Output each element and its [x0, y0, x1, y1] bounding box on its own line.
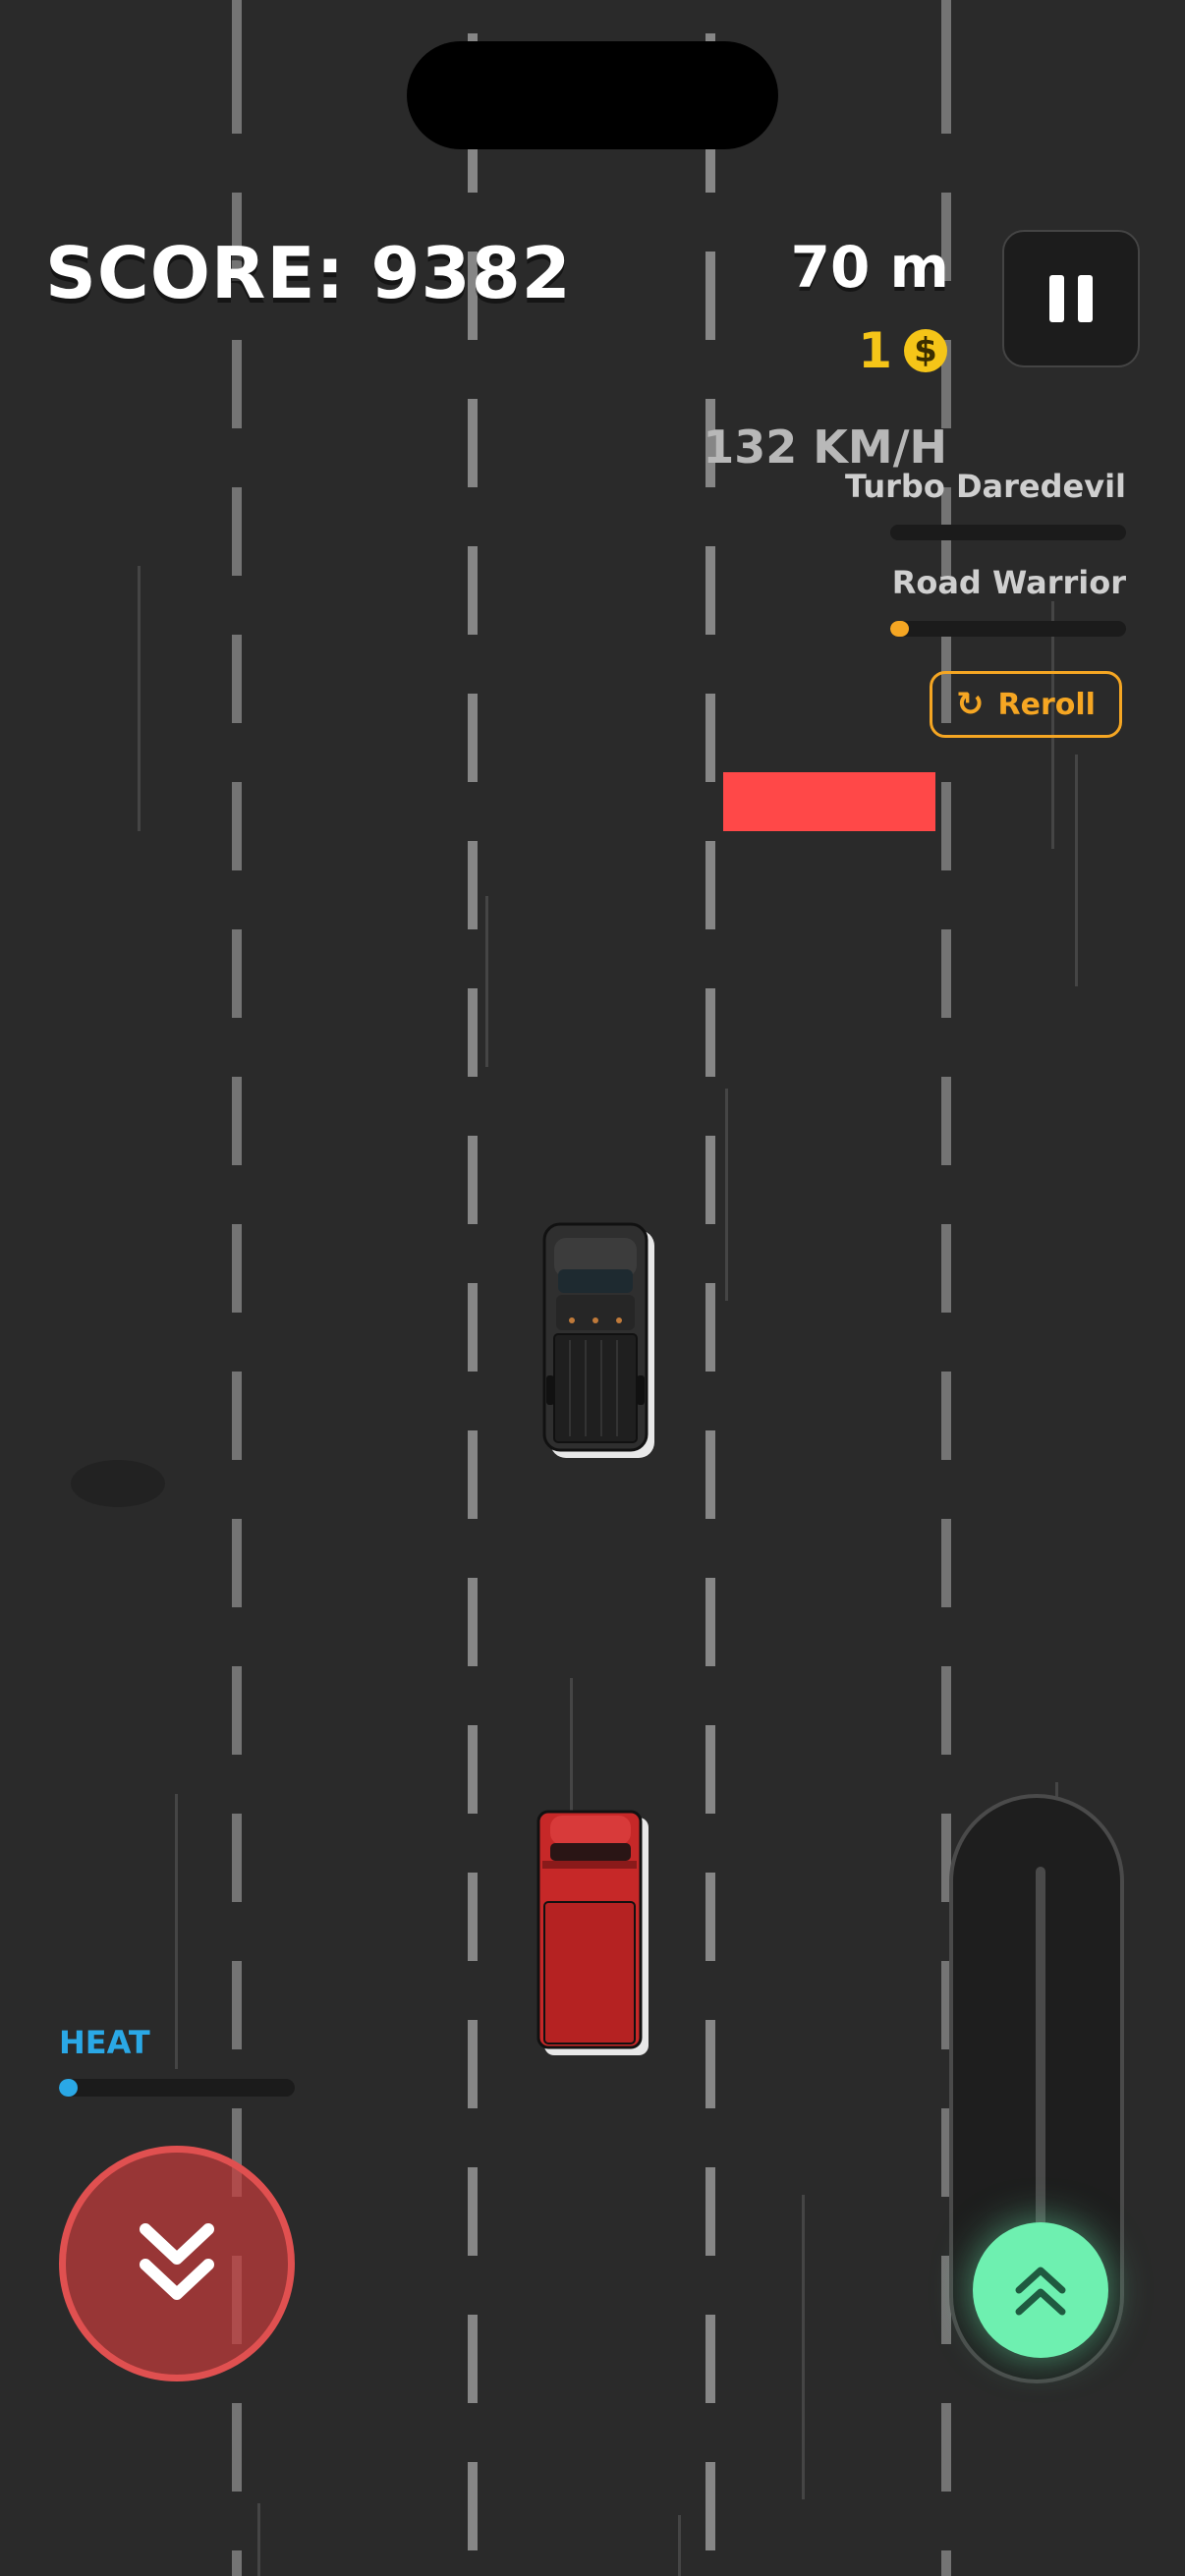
coin-counter: 1 $: [858, 322, 947, 379]
lane-line: [468, 0, 478, 2576]
chevron-double-down-icon: [140, 2223, 214, 2300]
score-display: SCORE: 9382: [45, 232, 572, 314]
pickup-truck: [542, 1222, 654, 1458]
throttle-knob[interactable]: [973, 2222, 1108, 2358]
mission-road-warrior: Road Warrior: [831, 564, 1126, 637]
mission-label: Turbo Daredevil: [845, 468, 1126, 505]
obstacle-block: [723, 772, 935, 831]
reroll-button[interactable]: ↻ Reroll: [930, 671, 1122, 738]
mission-progress-bar: [890, 525, 1126, 540]
heat-fill: [59, 2079, 79, 2097]
speed-streak: [175, 1794, 178, 2069]
mission-progress-bar: [890, 621, 1126, 637]
heat-label: HEAT: [59, 2024, 150, 2061]
distance-display: 70 m: [790, 234, 949, 301]
speed-streak: [485, 896, 488, 1067]
device-notch: [407, 41, 778, 149]
speed-streak: [257, 2503, 260, 2576]
chevron-double-up-icon: [1015, 2267, 1066, 2316]
mission-turbo-daredevil: Turbo Daredevil: [831, 468, 1126, 540]
brake-button[interactable]: [59, 2146, 295, 2381]
mission-label: Road Warrior: [891, 564, 1126, 601]
coin-icon: $: [904, 329, 947, 372]
speed-streak: [1075, 755, 1078, 986]
reroll-label: Reroll: [997, 687, 1096, 722]
refresh-icon: ↻: [956, 685, 985, 724]
speed-streak: [725, 1089, 728, 1301]
pause-button[interactable]: [1002, 230, 1140, 367]
heat-bar: [59, 2079, 295, 2097]
throttle-slider[interactable]: [949, 1794, 1124, 2383]
coin-count: 1: [858, 322, 892, 379]
game-stage: SCORE: 9382 70 m 1 $ 132 KM/H Turbo Dare…: [0, 0, 1185, 2576]
speed-streak: [138, 566, 141, 831]
mission-progress-fill: [890, 621, 910, 637]
red-truck: [536, 1810, 649, 2055]
pause-icon: [1078, 275, 1093, 322]
pause-icon: [1049, 275, 1064, 322]
speed-streak: [802, 2195, 805, 2499]
pothole: [71, 1460, 165, 1507]
lane-line: [705, 0, 715, 2576]
speed-streak: [678, 2515, 681, 2576]
speed-display: 132 KM/H: [703, 420, 947, 474]
